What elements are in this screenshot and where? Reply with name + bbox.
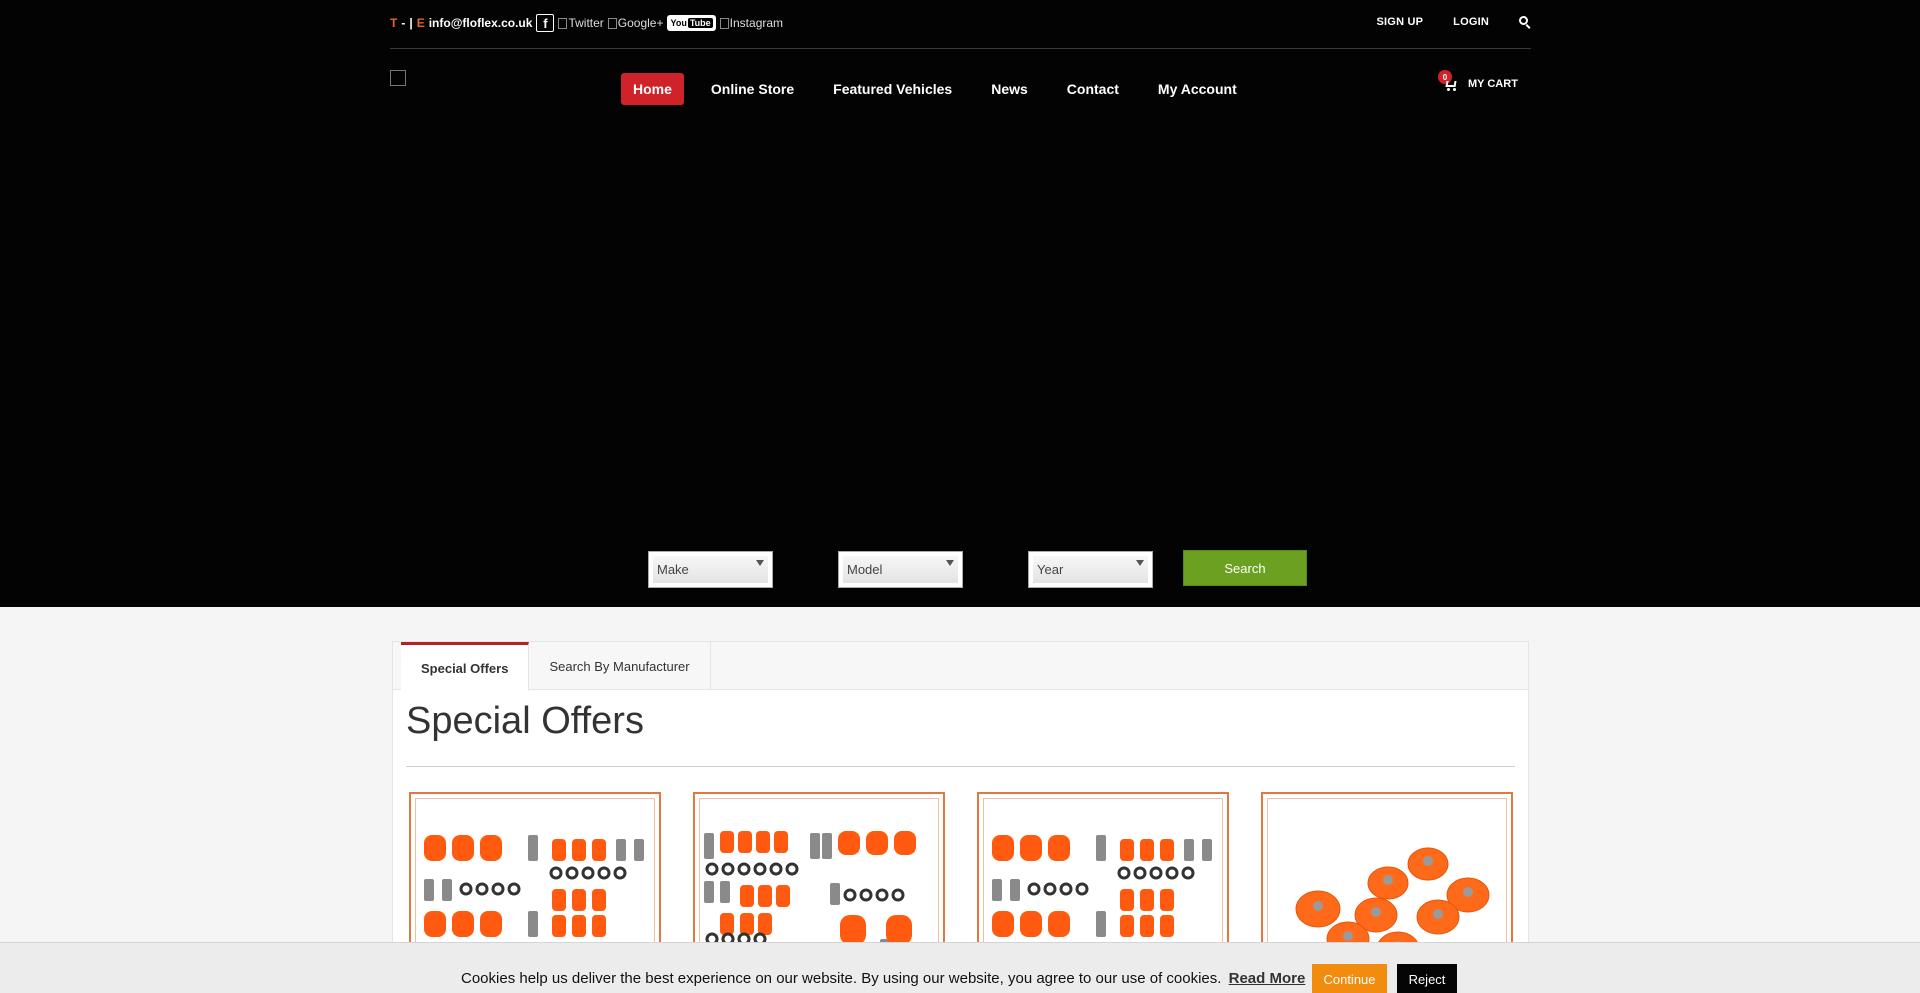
make-select-value: Make [657, 562, 689, 577]
twitter-icon[interactable]: Twitter [558, 16, 604, 30]
site-logo[interactable] [390, 70, 406, 86]
cart-link[interactable]: 0 MY CART [1438, 70, 1518, 91]
year-select-value: Year [1037, 562, 1064, 577]
model-select-value: Model [847, 562, 883, 577]
tab-search-by-manufacturer[interactable]: Search By Manufacturer [529, 642, 711, 690]
googleplus-icon[interactable]: Google+ [607, 16, 663, 30]
email-link[interactable]: info@floflex.co.uk [429, 16, 533, 30]
account-links: SIGN UP LOGIN [1347, 16, 1531, 29]
search-icon[interactable] [1519, 16, 1531, 29]
cart-label: MY CART [1468, 78, 1518, 90]
cookie-continue-button[interactable]: Continue [1312, 964, 1387, 993]
top-bar: T - | E info@floflex.co.uk f Twitter Goo… [390, 0, 1531, 49]
read-more-link[interactable]: Read More [1229, 970, 1306, 987]
cart-icon: 0 [1438, 70, 1458, 91]
nav-news[interactable]: News [979, 73, 1040, 105]
nav-contact[interactable]: Contact [1055, 73, 1131, 105]
make-select[interactable]: Make [648, 551, 773, 588]
tab-bar: Special Offers Search By Manufacturer [393, 642, 1528, 691]
cookie-bar: Cookies help us deliver the best experie… [0, 942, 1920, 993]
contact-info: T - | E info@floflex.co.uk f Twitter Goo… [390, 14, 783, 32]
model-select[interactable]: Model [838, 551, 963, 588]
tab-special-offers[interactable]: Special Offers [401, 642, 530, 691]
nav-home[interactable]: Home [621, 73, 684, 105]
separator: - [401, 16, 406, 30]
nav-my-account[interactable]: My Account [1146, 73, 1249, 105]
login-link[interactable]: LOGIN [1453, 16, 1489, 28]
section-title: Special Offers [406, 700, 644, 742]
chevron-down-icon [756, 560, 764, 566]
facebook-icon[interactable]: f [536, 14, 555, 32]
instagram-icon[interactable]: Instagram [719, 16, 783, 30]
email-label: E [416, 16, 425, 30]
main-nav: Home Online Store Featured Vehicles News… [621, 73, 1264, 105]
vehicle-search-button[interactable]: Search [1183, 550, 1307, 586]
nav-online-store[interactable]: Online Store [699, 73, 806, 105]
cookie-reject-button[interactable]: Reject [1397, 964, 1457, 993]
phone-label: T [390, 16, 398, 30]
chevron-down-icon [946, 560, 954, 566]
divider [406, 766, 1515, 767]
youtube-icon[interactable]: You Tube [667, 15, 716, 31]
chevron-down-icon [1136, 560, 1144, 566]
cookie-message: Cookies help us deliver the best experie… [461, 970, 1306, 987]
nav-featured-vehicles[interactable]: Featured Vehicles [821, 73, 964, 105]
year-select[interactable]: Year [1028, 551, 1153, 588]
separator: | [409, 16, 413, 30]
offers-panel: Special Offers Search By Manufacturer Sp… [392, 641, 1529, 993]
signup-link[interactable]: SIGN UP [1377, 16, 1424, 28]
